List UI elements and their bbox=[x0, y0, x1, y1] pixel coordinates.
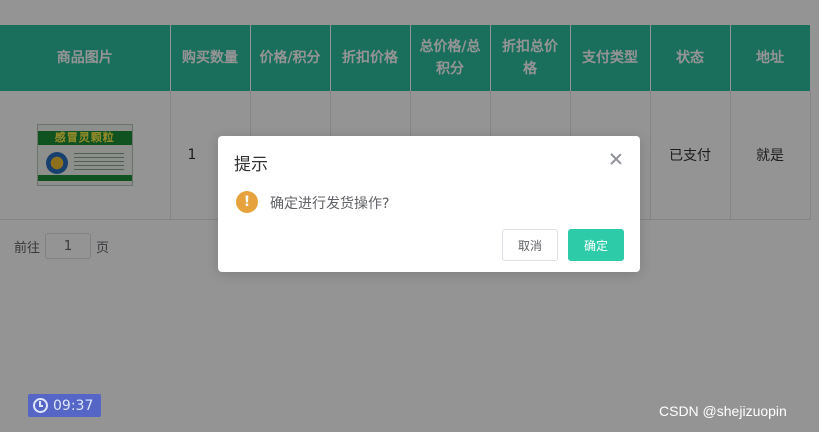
timer-text: 09:37 bbox=[53, 397, 94, 414]
warning-icon: ! bbox=[236, 191, 258, 213]
dialog-message: 确定进行发货操作? bbox=[270, 196, 390, 212]
close-icon[interactable] bbox=[608, 151, 624, 167]
watermark: CSDN @shejizuopin bbox=[659, 403, 787, 419]
cancel-button[interactable]: 取消 bbox=[502, 229, 558, 261]
confirm-dialog: 提示 ! 确定进行发货操作? 取消 确定 bbox=[218, 136, 640, 272]
confirm-button[interactable]: 确定 bbox=[568, 229, 624, 261]
dialog-title: 提示 bbox=[234, 155, 268, 175]
timer-badge: 09:37 bbox=[28, 394, 101, 417]
clock-icon bbox=[33, 398, 48, 413]
